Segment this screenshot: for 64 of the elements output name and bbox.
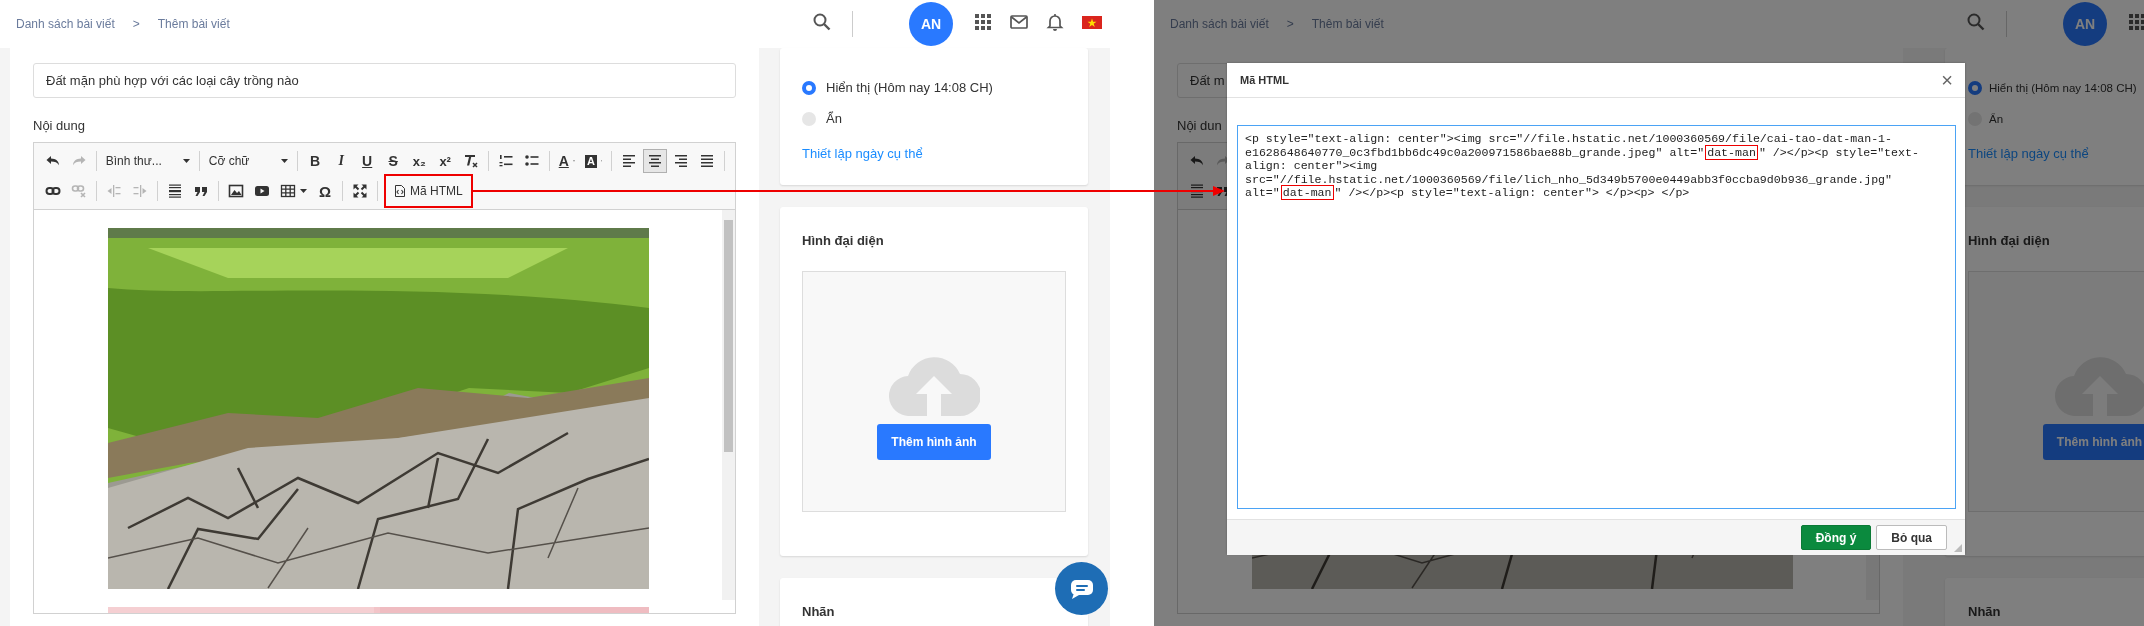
card-title: Hình đại diện	[802, 233, 885, 249]
underline-button[interactable]: U	[355, 149, 380, 173]
toolbar-dropdown[interactable]: Cỡ chữ	[204, 149, 293, 173]
confirm-button[interactable]: Đồng ý	[1800, 525, 1872, 550]
radio-label: Ẩn	[1989, 112, 2004, 125]
image-icon	[228, 183, 244, 199]
align-center-button[interactable]	[643, 149, 668, 173]
card-title: Nhãn	[1968, 604, 2002, 620]
video-icon	[254, 183, 270, 199]
caret-icon	[183, 159, 190, 163]
text-color-button[interactable]: A	[554, 149, 579, 173]
radio-button[interactable]	[802, 80, 816, 95]
radio-button[interactable]	[1968, 80, 1982, 95]
dialog-title: Mã HTML	[1240, 74, 1289, 86]
align-center-icon	[647, 153, 664, 169]
subscript-button[interactable]: x₂	[407, 149, 432, 173]
add-image-button[interactable]: Thêm hình ảnh	[877, 424, 991, 460]
chat-button[interactable]	[1055, 562, 1108, 615]
unlink-icon	[71, 183, 87, 199]
field-label: Nội dun	[1177, 118, 1223, 134]
horizontal-rule-icon	[167, 183, 183, 199]
fullscreen-icon	[352, 183, 368, 199]
toolbar-dropdown[interactable]: Bình thư...	[101, 149, 194, 173]
outdent-icon	[106, 183, 122, 199]
radio-button[interactable]	[802, 111, 816, 126]
upload-area[interactable]: Thêm hình ảnh	[802, 271, 1066, 512]
horizontal-rule-icon	[1189, 183, 1205, 199]
source-code-button[interactable]: Mã HTML	[389, 179, 468, 203]
html-code-field[interactable]: <p style="text-align: center"><img src="//file.hstatic.net/1000360569/file/cai-tao-dat-man-1-e1628648640770_0c3fbd1bb6dc49c0a200971586bae88b_grande.jpeg" alt=" dat-man " /></p><p style="text-align: center"><img src="//file.hstatic.net/1000360569/file/lich_nho_5d349b5700e0449abb3f0ccba9d0b936_grande.jpg" alt=" dat-man " /></p><p style="text-align: center"> </p><p> </p>	[1237, 125, 1956, 509]
radio-label: Ẩn	[826, 111, 842, 126]
title-field[interactable]: Đất mặn phù hợp với các loại cây trồng nào	[33, 63, 736, 98]
user-avatar[interactable]: AN	[909, 2, 953, 46]
caret-icon	[300, 189, 307, 193]
breadcrumb-separator: >	[132, 17, 140, 31]
bg-color-button[interactable]: A	[580, 149, 607, 173]
breadcrumb-separator: >	[1286, 17, 1294, 31]
breadcrumb-link[interactable]: Danh sách bài viết	[16, 17, 115, 31]
caret-icon	[281, 159, 289, 163]
field-label: Nội dung	[33, 118, 87, 134]
code-icon	[394, 185, 406, 197]
resize-handle-icon	[1954, 544, 1962, 552]
superscript-button[interactable]: x²	[433, 149, 458, 173]
align-right-icon	[673, 153, 690, 169]
scrollbar[interactable]	[722, 210, 735, 600]
breadcrumb-link[interactable]: Thêm bài viết	[157, 17, 230, 31]
bold-button[interactable]: B	[303, 149, 328, 173]
indent-icon	[132, 183, 148, 199]
cancel-button[interactable]: Bỏ qua	[1876, 525, 1947, 550]
cloud-upload-icon	[888, 354, 980, 416]
chat-icon	[1069, 578, 1094, 599]
card-title: Nhãn	[802, 604, 836, 620]
symbol-button[interactable]: Ω	[313, 179, 337, 203]
clear-format-icon	[463, 153, 480, 169]
bullet-list-icon	[523, 153, 540, 169]
radio-label: Hiển thị (Hôm nay 14:08 CH)	[1989, 81, 2137, 94]
card-title: Hình đại diện	[1968, 233, 2051, 249]
justify-icon	[699, 153, 716, 169]
align-left-icon	[621, 153, 638, 169]
radio-label: Hiển thị (Hôm nay 14:08 CH)	[826, 80, 993, 95]
ordered-list-icon	[497, 153, 514, 169]
italic-button[interactable]: I	[329, 149, 354, 173]
close-button[interactable]: ×	[1939, 70, 1955, 90]
strike-button[interactable]: S	[381, 149, 406, 173]
table-icon	[280, 183, 296, 199]
